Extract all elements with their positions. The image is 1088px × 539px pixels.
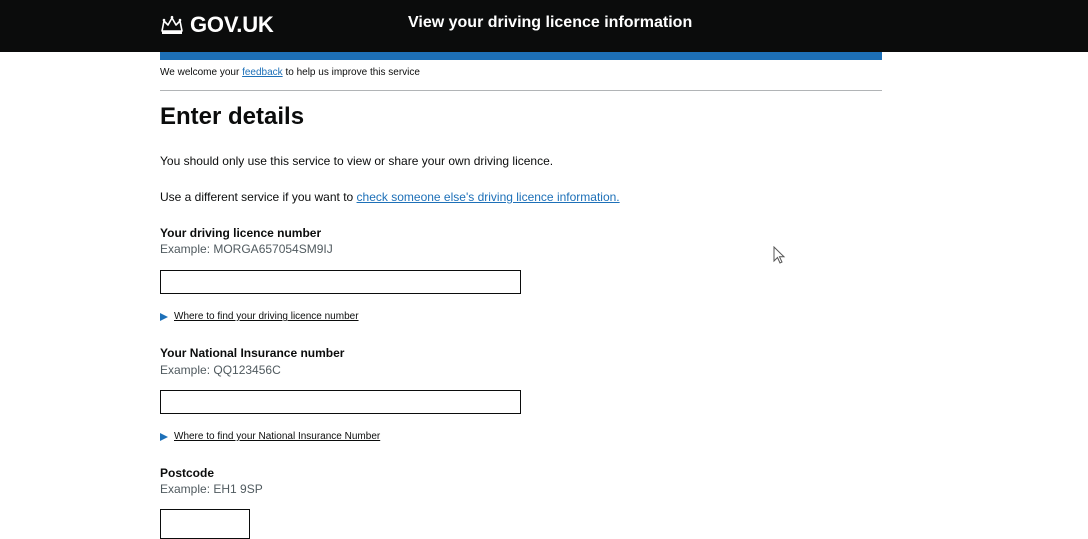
header: GOV.UK View your driving licence informa… [0, 0, 1088, 52]
postcode-input[interactable] [160, 509, 250, 539]
ni-hint: Example: QQ123456C [160, 363, 281, 377]
licence-hint: Example: MORGA657054SM9IJ [160, 242, 333, 256]
feedback-link[interactable]: feedback [242, 67, 283, 78]
postcode-label: Postcode [160, 466, 215, 480]
ni-label: Your National Insurance number [160, 346, 345, 360]
page-title: Enter details [160, 103, 305, 130]
alt-service-prefix: Use a different service if you want to [160, 190, 357, 204]
licence-details-text: Where to find your driving licence numbe… [174, 311, 359, 322]
govuk-logo[interactable]: GOV.UK [160, 12, 274, 38]
feedback-banner: We welcome your feedback to help us impr… [160, 67, 882, 91]
service-name[interactable]: View your driving licence information [408, 14, 692, 32]
header-accent-bar [160, 52, 882, 60]
triangle-icon [160, 432, 168, 441]
ni-number-input[interactable] [160, 390, 521, 414]
ni-details-text: Where to find your National Insurance Nu… [174, 431, 381, 442]
licence-label: Your driving licence number [160, 226, 322, 240]
logo-text: GOV.UK [190, 12, 274, 37]
alt-service-text: Use a different service if you want to c… [160, 190, 620, 204]
feedback-prefix: We welcome your [160, 67, 243, 78]
cursor-icon [773, 246, 786, 264]
crown-icon [161, 15, 183, 34]
postcode-hint: Example: EH1 9SP [160, 482, 263, 496]
feedback-suffix: to help us improve this service [282, 67, 420, 78]
ni-details-toggle[interactable]: Where to find your National Insurance Nu… [160, 431, 380, 442]
intro-text: You should only use this service to view… [160, 154, 554, 168]
alt-service-link[interactable]: check someone else's driving licence inf… [357, 190, 620, 204]
licence-details-toggle[interactable]: Where to find your driving licence numbe… [160, 311, 359, 322]
triangle-icon [160, 312, 168, 321]
licence-number-input[interactable] [160, 270, 521, 294]
